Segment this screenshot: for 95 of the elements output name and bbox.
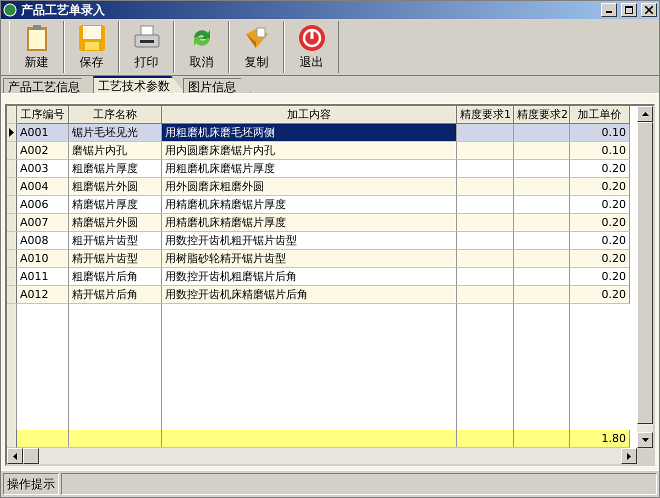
table-cell: [457, 232, 514, 250]
column-header[interactable]: 工序名称: [69, 106, 162, 124]
table-cell: 粗磨锯片外圆: [69, 178, 162, 196]
table-cell: [514, 214, 570, 232]
table-cell: [514, 124, 570, 142]
table-cell: [514, 232, 570, 250]
table-cell: A010: [17, 250, 69, 268]
table-cell: 精开锯片齿型: [69, 250, 162, 268]
table-cell: 用数控开齿机床精磨锯片后角: [162, 286, 457, 304]
table-cell: 用粗磨机床磨锯片厚度: [162, 160, 457, 178]
table-cell: 精磨锯片厚度: [69, 196, 162, 214]
maximize-icon: [625, 6, 633, 14]
scroll-up-icon: [642, 112, 648, 116]
table-cell: 锯片毛坯见光: [69, 124, 162, 142]
table-cell: [514, 142, 570, 160]
table-cell: 0.20: [570, 178, 630, 196]
column-header[interactable]: 精度要求2: [514, 106, 570, 124]
table-cell: A004: [17, 178, 69, 196]
column-header[interactable]: 精度要求1: [457, 106, 514, 124]
table-cell: 用精磨机床精磨锯片厚度: [162, 196, 457, 214]
horizontal-scrollbar[interactable]: [7, 448, 653, 464]
maximize-button[interactable]: [621, 3, 637, 17]
table-cell: 用内圆磨床磨锯片内孔: [162, 142, 457, 160]
tab[interactable]: 工艺技术参数: [93, 76, 185, 93]
table-cell: [514, 178, 570, 196]
table-cell: A002: [17, 142, 69, 160]
table-cell: 0.20: [570, 268, 630, 286]
table-cell: 0.10: [570, 124, 630, 142]
row-header[interactable]: [7, 124, 17, 142]
table-cell: 用树脂砂轮精开锯片齿型: [162, 250, 457, 268]
table-cell: 0.20: [570, 160, 630, 178]
row-header: [7, 430, 17, 448]
table-cell: 0.10: [570, 142, 630, 160]
scroll-left-icon: [13, 452, 17, 460]
column-header[interactable]: 加工单价: [570, 106, 630, 124]
table-cell: A008: [17, 232, 69, 250]
table-cell: 用粗磨机床磨毛坯两侧: [162, 124, 457, 142]
table-cell: 用精磨机床精磨锯片厚度: [162, 214, 457, 232]
app-icon: [3, 3, 17, 17]
total-cell: 1.80: [570, 430, 630, 448]
table-cell: 0.20: [570, 250, 630, 268]
scroll-right-icon: [627, 452, 631, 460]
table-cell: A006: [17, 196, 69, 214]
table-cell: [457, 250, 514, 268]
table-cell: [457, 124, 514, 142]
table-cell: 用数控开齿机粗开锯片齿型: [162, 232, 457, 250]
table-cell: A001: [17, 124, 69, 142]
table-cell: [457, 196, 514, 214]
power-icon: [298, 24, 326, 52]
table-cell: [457, 160, 514, 178]
row-header: [7, 106, 17, 124]
table-cell: 0.20: [570, 196, 630, 214]
table-cell: 用外圆磨床粗磨外圆: [162, 178, 457, 196]
table-cell: 粗磨锯片厚度: [69, 160, 162, 178]
table-cell: [514, 286, 570, 304]
tab[interactable]: 图片信息: [183, 78, 251, 93]
table-cell: 0.20: [570, 214, 630, 232]
scroll-down-icon: [642, 438, 648, 442]
table-cell: A003: [17, 160, 69, 178]
table-cell: 0.20: [570, 232, 630, 250]
toolbar-button[interactable]: 取消: [174, 21, 229, 73]
toolbar-button[interactable]: 新建: [9, 21, 64, 73]
table-cell: 磨锯片内孔: [69, 142, 162, 160]
table-cell: 0.20: [570, 286, 630, 304]
window-title: 产品工艺单录入: [21, 2, 106, 18]
toolbar-button[interactable]: 退出: [284, 21, 339, 73]
minimize-button[interactable]: [601, 3, 617, 17]
close-button[interactable]: [641, 3, 657, 17]
table-cell: [457, 178, 514, 196]
table-cell: [457, 286, 514, 304]
table-cell: [514, 268, 570, 286]
table-cell: [514, 160, 570, 178]
toolbar-button[interactable]: 保存: [64, 21, 119, 73]
table-cell: [514, 196, 570, 214]
table-cell: A007: [17, 214, 69, 232]
table-cell: [457, 268, 514, 286]
table-cell: 用数控开齿机粗磨锯片后角: [162, 268, 457, 286]
table-cell: A011: [17, 268, 69, 286]
table-cell: 精磨锯片外圆: [69, 214, 162, 232]
clipboard-icon: [24, 24, 48, 52]
toolbar-button[interactable]: 打印: [119, 21, 174, 73]
table-cell: 粗磨锯片后角: [69, 268, 162, 286]
table-cell: A012: [17, 286, 69, 304]
table-cell: [457, 142, 514, 160]
status-label: 操作提示: [3, 473, 59, 495]
table-cell: [457, 214, 514, 232]
column-header[interactable]: 加工内容: [162, 106, 457, 124]
table-cell: 粗开锯片齿型: [69, 232, 162, 250]
current-row-icon: [9, 128, 14, 137]
toolbar-button[interactable]: 复制: [229, 21, 284, 73]
scroll-thumb[interactable]: [23, 448, 39, 464]
table-cell: [514, 250, 570, 268]
table-cell: 精开锯片后角: [69, 286, 162, 304]
close-icon: [645, 6, 653, 14]
column-header[interactable]: 工序编号: [17, 106, 69, 124]
